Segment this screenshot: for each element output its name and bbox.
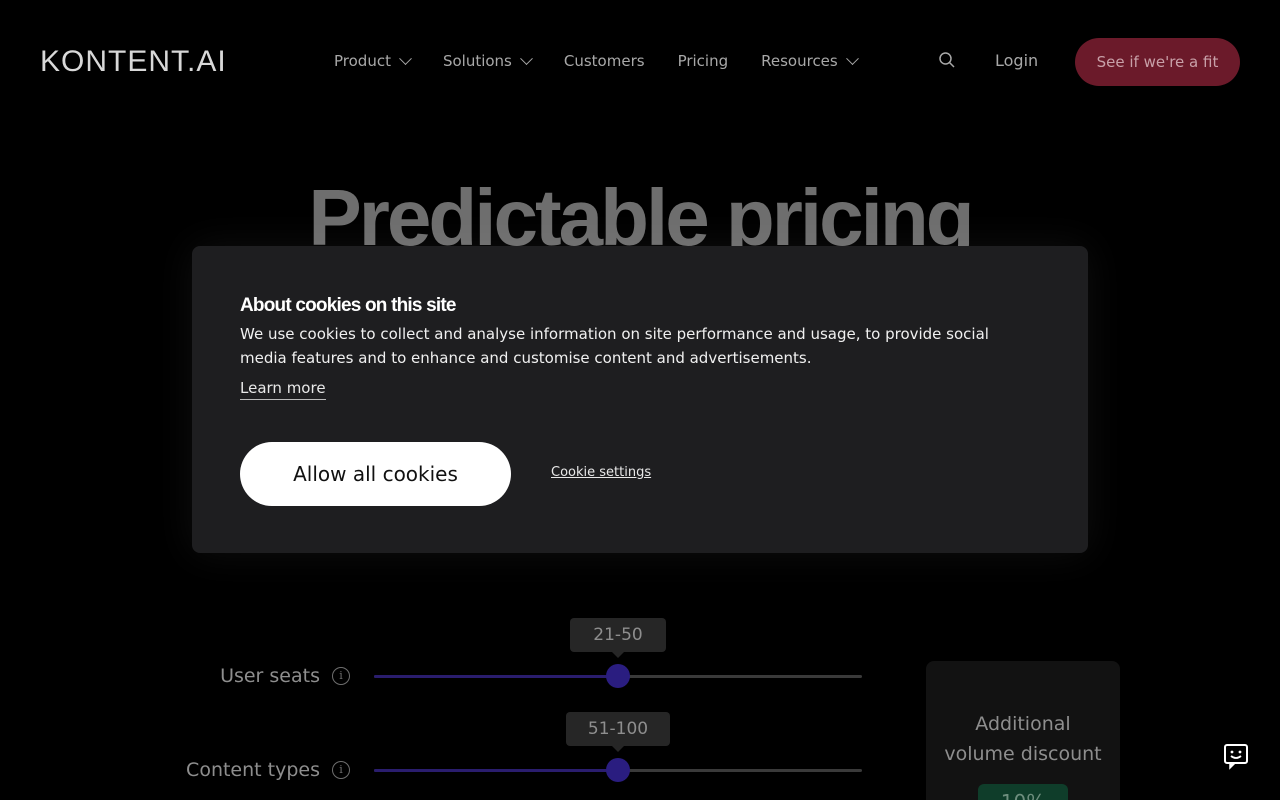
learn-more-link[interactable]: Learn more [240, 377, 326, 400]
chevron-down-icon [845, 51, 859, 65]
slider-label-user-seats: User seats [220, 665, 320, 687]
volume-discount-card: Additional volume discount 10% [926, 661, 1120, 800]
chat-icon[interactable] [1222, 742, 1250, 770]
nav-item-label: Pricing [677, 52, 729, 70]
discount-text: Additional volume discount [926, 709, 1120, 769]
search-icon[interactable] [938, 51, 956, 69]
slider-value-tooltip: 51-100 [566, 712, 670, 752]
see-if-fit-button[interactable]: See if we're a fit [1075, 38, 1240, 86]
nav-item-label: Customers [563, 52, 645, 70]
cookie-settings-link[interactable]: Cookie settings [551, 463, 651, 483]
user-seats-slider-thumb[interactable] [606, 664, 630, 688]
nav-item-pricing[interactable]: Pricing [678, 50, 729, 72]
site-header: KONTENT.AI Product Solutions Customers P… [0, 0, 1280, 124]
slider-value-tooltip: 21-50 [570, 618, 666, 658]
nav-item-solutions[interactable]: Solutions [442, 50, 533, 72]
nav-item-product[interactable]: Product [334, 50, 412, 72]
nav-item-resources[interactable]: Resources [761, 50, 859, 72]
discount-text-line: Additional [975, 713, 1071, 735]
cookie-banner-text: We use cookies to collect and analyse in… [240, 325, 989, 367]
slider-fill [374, 675, 618, 678]
nav-item-customers[interactable]: Customers [564, 50, 645, 72]
cookie-banner: About cookies on this site We use cookie… [192, 246, 1088, 553]
chevron-down-icon [399, 51, 412, 65]
login-link[interactable]: Login [995, 50, 1038, 72]
nav-item-label: Product [334, 52, 391, 70]
info-icon[interactable]: i [332, 667, 350, 685]
nav-item-label: Solutions [442, 52, 512, 70]
main-nav: Product Solutions Customers Pricing Reso… [334, 50, 859, 72]
content-types-slider-thumb[interactable] [606, 758, 630, 782]
discount-text-line: volume discount [944, 743, 1102, 765]
discount-badge: 10% [978, 784, 1068, 800]
info-icon[interactable]: i [332, 761, 350, 779]
chevron-down-icon [520, 51, 533, 65]
nav-item-label: Resources [761, 52, 838, 70]
cookie-banner-title: About cookies on this site [240, 295, 456, 316]
slider-label-content-types: Content types [186, 759, 320, 781]
logo[interactable]: KONTENT.AI [40, 46, 227, 78]
allow-all-cookies-button[interactable]: Allow all cookies [240, 442, 511, 506]
slider-fill [374, 769, 618, 772]
